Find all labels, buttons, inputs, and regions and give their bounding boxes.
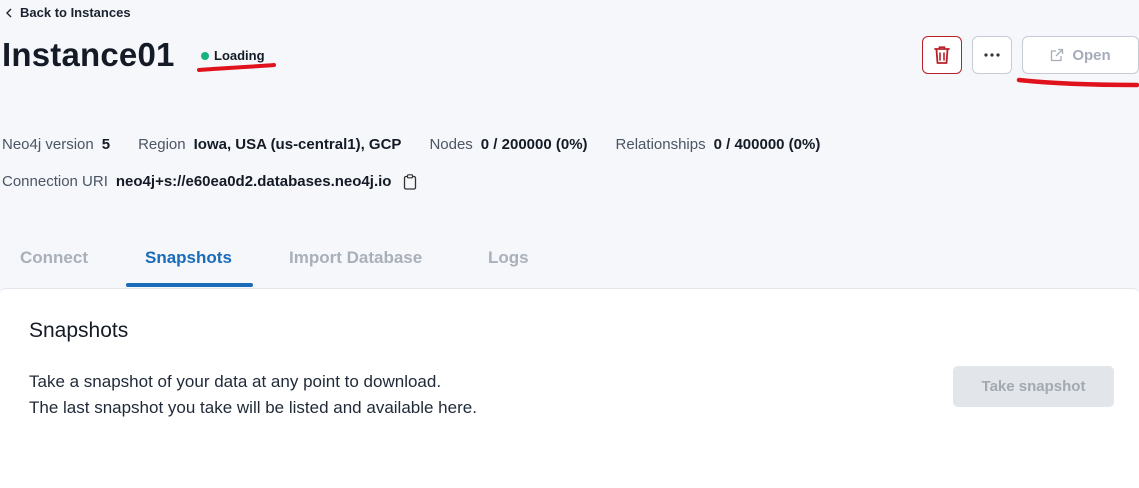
relationships-value: 0 / 400000 (0%)	[713, 136, 821, 153]
uri-value[interactable]: neo4j+s://e60ea0d2.databases.neo4j.io	[116, 173, 392, 190]
region-value: Iowa, USA (us-central1), GCP	[193, 136, 402, 153]
active-tab-indicator	[126, 283, 253, 287]
status-label: Loading	[214, 48, 265, 63]
take-snapshot-button[interactable]: Take snapshot	[953, 366, 1114, 407]
version-label: Neo4j version	[2, 136, 94, 153]
snapshots-heading: Snapshots	[29, 319, 129, 342]
tab-bar: Connect Snapshots Import Database Logs	[0, 240, 600, 288]
annotation-underline-status	[197, 63, 276, 72]
ellipsis-icon	[984, 53, 1000, 57]
status-dot-icon	[201, 51, 209, 60]
status-badge: Loading	[201, 48, 265, 63]
delete-button[interactable]	[922, 36, 962, 74]
version-value: 5	[101, 136, 111, 153]
trash-icon	[934, 46, 950, 64]
annotation-underline-open	[1016, 77, 1139, 88]
tab-import-database[interactable]: Import Database	[289, 248, 422, 268]
tab-connect[interactable]: Connect	[20, 248, 88, 268]
page-title: Instance01	[2, 36, 175, 73]
back-to-instances-link[interactable]: Back to Instances	[4, 5, 131, 20]
nodes-label: Nodes	[429, 136, 473, 153]
open-button-label: Open	[1072, 46, 1111, 64]
snapshots-description: Take a snapshot of your data at any poin…	[29, 369, 477, 421]
clipboard-icon[interactable]	[403, 173, 417, 190]
snapshots-panel: Snapshots Take a snapshot of your data a…	[0, 288, 1139, 488]
tab-logs[interactable]: Logs	[488, 248, 529, 268]
snapshots-description-line-2: The last snapshot you take will be liste…	[29, 398, 477, 417]
more-actions-button[interactable]	[972, 36, 1012, 74]
chevron-left-icon	[6, 8, 12, 17]
uri-label: Connection URI	[2, 173, 108, 190]
instance-details-row: Neo4j version 5 Region Iowa, USA (us-cen…	[2, 136, 848, 153]
open-button[interactable]: Open	[1022, 36, 1139, 74]
relationships-label: Relationships	[615, 136, 706, 153]
tab-snapshots[interactable]: Snapshots	[145, 248, 232, 268]
snapshots-description-line-1: Take a snapshot of your data at any poin…	[29, 372, 442, 391]
back-link-label: Back to Instances	[20, 5, 131, 20]
region-label: Region	[138, 136, 186, 153]
external-link-icon	[1051, 48, 1064, 62]
connection-uri-row: Connection URI neo4j+s://e60ea0d2.databa…	[2, 173, 417, 190]
nodes-value: 0 / 200000 (0%)	[480, 136, 588, 153]
